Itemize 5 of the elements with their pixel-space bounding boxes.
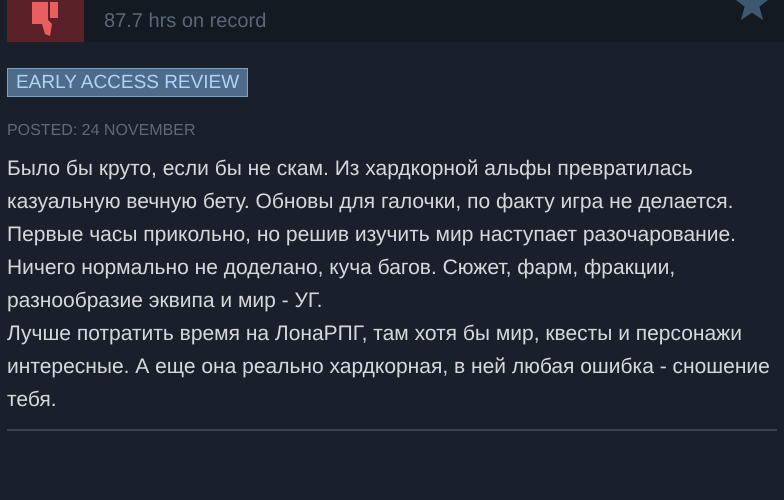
early-access-badge: EARLY ACCESS REVIEW bbox=[7, 68, 248, 97]
hours-on-record: 87.7 hrs on record bbox=[104, 10, 266, 33]
review-text: Было бы круто, если бы не скам. Из хардкорной альфы превратилась казуальную вечную бету. Обновы для галочки, по факту игра не делается. Первые часы прикольно, но решив изучить мир наступает разочарование. Ничего нормально не доделано, куча багов. Сюжет, фарм, фракции, разнообразие эквипа и мир - УГ. bbox=[7, 156, 738, 314]
review-text: Лучше потратить время на ЛонаРПГ, там хотя бы мир, квесты и персонажи интересные. А еще она реально хардкорная, в ней любая ошибка - сношение тебя. bbox=[7, 321, 771, 413]
posted-date: POSTED: 24 NOVEMBER bbox=[7, 122, 196, 140]
